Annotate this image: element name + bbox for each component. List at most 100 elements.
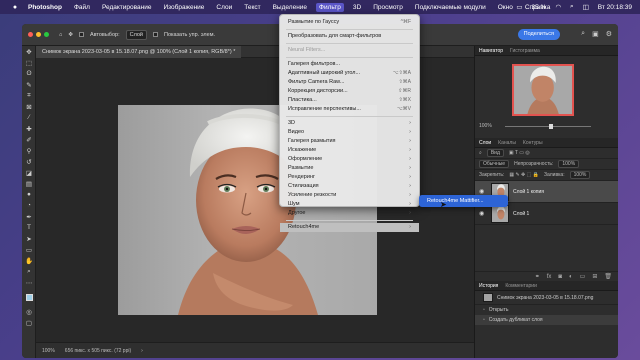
history-brush-tool-icon[interactable]: ↺ [22, 156, 36, 167]
tab-paths[interactable]: Контуры [523, 140, 543, 146]
settings-icon[interactable]: ⚙ [606, 30, 612, 38]
history-item-open[interactable]: ▫ Открыть [475, 305, 618, 315]
search-icon[interactable]: ⌕ [581, 30, 585, 38]
menu-item-gaussian-blur[interactable]: Размытие по Гауссу ^⌘F [280, 18, 419, 27]
blur-tool-icon[interactable]: ● [22, 189, 36, 200]
tab-channels[interactable]: Каналы [498, 140, 516, 146]
menu-item-noise[interactable]: Шум › [280, 200, 419, 209]
show-controls-checkbox[interactable] [152, 32, 158, 37]
submenu-retouch4me-mattifier[interactable]: Retouch4me Mattifier... [419, 195, 508, 207]
zoom-level[interactable]: 100% [42, 348, 55, 354]
menu-item-video[interactable]: Видео › [280, 128, 419, 137]
marquee-tool-icon[interactable]: ⬚ [22, 57, 36, 68]
eye-icon[interactable]: ◉ [479, 210, 487, 217]
zoom-tool-icon[interactable]: ⌕ [22, 266, 36, 277]
menu-plugins[interactable]: Подключаемые модули [415, 4, 486, 11]
menu-file[interactable]: Файл [74, 4, 90, 11]
tab-layers[interactable]: Слои [479, 140, 491, 146]
quick-select-tool-icon[interactable]: ✎ [22, 79, 36, 90]
brush-tool-icon[interactable]: ✐ [22, 134, 36, 145]
trash-icon[interactable]: 🗑 [604, 273, 612, 280]
menu-item-pixelate[interactable]: Оформление › [280, 155, 419, 164]
menu-item-render[interactable]: Рендеринг › [280, 173, 419, 182]
menu-item-retouch4me[interactable]: Retouch4me › [280, 223, 419, 232]
layer-name[interactable]: Слой 1 [513, 211, 529, 217]
screen-mode-icon[interactable]: ▢ [22, 317, 36, 328]
menu-type[interactable]: Текст [244, 4, 260, 11]
blend-mode-select[interactable]: Обычные [479, 160, 510, 168]
tab-histogram[interactable]: Гистограмма [510, 48, 540, 54]
more-tools-icon[interactable]: ⋯ [22, 277, 36, 288]
chevron-right-icon[interactable]: › [141, 348, 143, 354]
path-select-tool-icon[interactable]: ➤ [22, 233, 36, 244]
navigator-zoom-slider[interactable] [505, 124, 591, 129]
menu-filter[interactable]: Фильтр [316, 2, 344, 12]
history-snapshot[interactable]: Снимок экрана 2023-03-05 в 15.18.07.png [475, 291, 618, 305]
history-item-duplicate[interactable]: ▫ Создать дубликат слоя [475, 315, 618, 325]
menu-item-blur[interactable]: Размытие › [280, 164, 419, 173]
frame-tool-icon[interactable]: ⊠ [22, 101, 36, 112]
dodge-tool-icon[interactable]: ◔ [22, 200, 36, 211]
battery-icon[interactable]: ▭ [516, 3, 522, 11]
crop-tool-icon[interactable]: ⌗ [22, 90, 36, 101]
new-layer-icon[interactable]: ⊞ [592, 273, 597, 280]
menu-item-other[interactable]: Другое › [280, 209, 419, 218]
menu-item-camera-raw[interactable]: Фильтр Camera Raw... ⇧⌘A [280, 78, 419, 87]
menu-image[interactable]: Изображение [163, 4, 204, 11]
folder-icon[interactable]: ▭ [580, 273, 586, 280]
stamp-tool-icon[interactable]: ⚲ [22, 145, 36, 156]
type-tool-icon[interactable]: T [22, 222, 36, 233]
close-window-button[interactable] [28, 32, 33, 37]
lasso-tool-icon[interactable]: ʘ [22, 68, 36, 79]
navigator-zoom[interactable]: 100% [479, 123, 492, 129]
rectangle-tool-icon[interactable]: ▭ [22, 244, 36, 255]
move-tool-icon[interactable]: ✥ [22, 46, 36, 57]
layer-name[interactable]: Слой 1 копия [513, 189, 544, 195]
menu-layers[interactable]: Слои [216, 4, 232, 11]
mask-icon[interactable]: ◙ [558, 274, 562, 280]
menu-item-filter-gallery[interactable]: Галерея фильтров... [280, 60, 419, 69]
navigator-preview[interactable] [512, 64, 574, 116]
menu-window[interactable]: Окно [498, 4, 513, 11]
quick-mask-icon[interactable]: ◎ [22, 306, 36, 317]
menu-item-stylize[interactable]: Стилизация › [280, 182, 419, 191]
home-icon[interactable]: ⌂ [59, 32, 62, 38]
zoom-window-button[interactable] [44, 32, 49, 37]
share-button[interactable]: Поделиться [517, 29, 560, 40]
menu-view[interactable]: Просмотр [373, 4, 403, 11]
color-swatches-icon[interactable] [22, 288, 36, 306]
filter-icons[interactable]: ▣ T ▭ ◎ [509, 150, 530, 156]
apple-icon[interactable]: ● [10, 4, 20, 11]
menu-item-vanishing-point[interactable]: Исправление перспективы... ⌥⌘V [280, 105, 419, 114]
adjustment-icon[interactable]: ◐ [569, 274, 573, 280]
menu-item-3d[interactable]: 3D › [280, 119, 419, 128]
link-icon[interactable]: ⚭ [535, 273, 540, 280]
document-tab[interactable]: Снимок экрана 2023-03-05 в 15.18.07.png … [36, 46, 242, 58]
wifi-icon[interactable]: ◠ [555, 3, 561, 11]
menu-item-smart-filters[interactable]: Преобразовать для смарт-фильтров [280, 32, 419, 41]
control-center-icon[interactable]: ◫ [583, 3, 589, 11]
menu-item-adaptive-wide-angle[interactable]: Адаптивный широкий угол... ⌥⇧⌘A [280, 69, 419, 78]
fill-input[interactable]: 100% [569, 171, 591, 179]
minimize-window-button[interactable] [36, 32, 41, 37]
opacity-input[interactable]: 100% [558, 160, 580, 168]
pen-tool-icon[interactable]: ✒ [22, 211, 36, 222]
menu-item-sharpen[interactable]: Усиление резкости › [280, 191, 419, 200]
eye-icon[interactable]: ◉ [479, 188, 487, 195]
fx-icon[interactable]: fx [547, 274, 552, 280]
tab-navigator[interactable]: Навигатор [479, 48, 503, 54]
menu-3d[interactable]: 3D [353, 4, 361, 11]
menu-item-lens-correction[interactable]: Коррекция дисторсии... ⇧⌘R [280, 87, 419, 96]
layer-kind-select[interactable]: Вид [486, 149, 504, 157]
menu-item-distort[interactable]: Искажение › [280, 146, 419, 155]
menu-item-liquify[interactable]: Пластика... ⇧⌘X [280, 96, 419, 105]
search-icon[interactable]: ⌕ [570, 3, 574, 11]
menu-app[interactable]: Photoshop [28, 4, 62, 11]
move-tool-icon[interactable]: ✥ [68, 32, 73, 38]
menu-edit[interactable]: Редактирование [102, 4, 152, 11]
eraser-tool-icon[interactable]: ◪ [22, 167, 36, 178]
tab-history[interactable]: История [479, 283, 498, 289]
document-info[interactable]: 656 пикс. x 505 пикс. (72 ppi) [65, 348, 131, 354]
healing-tool-icon[interactable]: ✚ [22, 123, 36, 134]
autoselect-checkbox[interactable] [78, 32, 84, 37]
